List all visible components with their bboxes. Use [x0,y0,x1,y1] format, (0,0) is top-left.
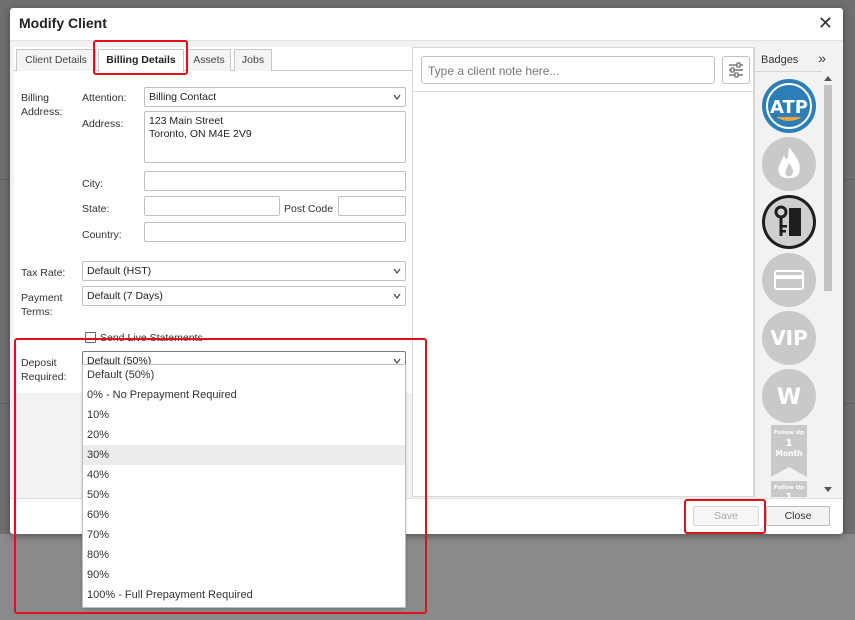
w-badge-text: W [777,385,801,410]
dropdown-option[interactable]: 0% - No Prepayment Required [83,385,405,405]
thermostat-key-icon [765,198,813,246]
dropdown-option[interactable]: 90% [83,565,405,585]
city-label: City: [82,178,103,190]
atp-badge[interactable]: ATP [762,79,816,133]
scroll-down-icon[interactable] [824,487,832,493]
badges-panel: Badges » ATP VIP W Follow Up 1 Month Fol… [754,47,834,497]
chevron-down-icon [393,94,401,100]
state-label: State: [82,203,110,215]
badges-scrollbar[interactable] [822,71,834,497]
payment-terms-select[interactable]: Default (7 Days) [82,286,406,306]
send-live-statements-label: Send Live Statements [100,332,203,344]
follow-up-number: 1 [786,492,793,497]
dropdown-option[interactable]: 60% [83,505,405,525]
tab-client-details[interactable]: Client Details [16,49,96,71]
dialog-header: Modify Client ✕ [10,8,843,40]
tab-assets[interactable]: Assets [187,49,231,71]
deposit-required-label: Deposit Required: [21,357,67,383]
chevron-down-icon [393,268,401,274]
save-button[interactable]: Save [693,506,759,526]
follow-up-1-month-badge[interactable]: Follow Up 1 Month [769,425,809,477]
thermostat-key-badge[interactable] [762,195,816,249]
dialog-title: Modify Client [19,15,107,31]
dropdown-option[interactable]: 50% [83,485,405,505]
city-field[interactable] [144,171,406,191]
follow-up-number: 1 [786,438,793,449]
follow-up-ribbon-icon: Follow Up 1 [771,481,807,497]
flame-badge[interactable] [762,137,816,191]
dropdown-option[interactable]: 70% [83,525,405,545]
tab-bar: Client Details Billing Details Assets Jo… [14,47,412,72]
send-live-statements-checkbox[interactable] [85,332,96,343]
country-field[interactable] [144,222,406,242]
w-badge[interactable]: W [762,369,816,423]
sliders-icon [729,62,743,78]
tab-billing-details[interactable]: Billing Details [98,49,184,72]
dropdown-option[interactable]: 10% [83,405,405,425]
vip-icon: VIP [770,326,808,350]
tax-rate-select[interactable]: Default (HST) [82,261,406,281]
flame-icon [778,147,800,179]
vip-badge-text: VIP [770,326,808,350]
client-note-input[interactable]: Type a client note here... [421,56,715,84]
address-textarea[interactable]: 123 Main Street Toronto, ON M4E 2V9 [144,111,406,163]
attention-label: Attention: [82,92,127,104]
close-icon[interactable]: ✕ [818,14,833,32]
follow-up-unit: Month [776,449,803,458]
notes-divider [413,91,753,92]
follow-up-text: Follow Up [774,430,804,436]
notes-panel: Type a client note here... [412,47,754,497]
badges-title: Badges [761,54,799,66]
scrollbar-thumb[interactable] [824,85,832,291]
dropdown-option[interactable]: 40% [83,465,405,485]
state-field[interactable] [144,196,280,216]
tab-jobs[interactable]: Jobs [234,49,272,71]
payment-terms-label: Payment Terms: [21,292,63,318]
attention-value: Billing Contact [149,91,217,103]
chevron-down-icon [393,293,401,299]
credit-card-icon [774,270,804,290]
follow-up-badge[interactable]: Follow Up 1 [769,481,809,497]
dropdown-option[interactable]: 80% [83,545,405,565]
close-button[interactable]: Close [766,506,830,526]
tax-rate-label: Tax Rate: [21,267,66,279]
collapse-badges-icon[interactable]: » [818,50,826,66]
atp-badge-text: ATP [770,97,808,118]
deposit-required-options: Default (50%) 0% - No Prepayment Require… [82,364,406,608]
w-icon: W [777,385,801,410]
follow-up-ribbon-icon: Follow Up 1 Month [771,425,807,477]
scroll-up-icon[interactable] [824,75,832,81]
payment-terms-value: Default (7 Days) [87,290,163,302]
dropdown-option[interactable]: Default (50%) [83,365,405,385]
dropdown-option-hovered[interactable]: 30% [83,445,405,465]
tax-rate-value: Default (HST) [87,265,152,277]
follow-up-text: Follow Up [774,485,804,491]
attention-select[interactable]: Billing Contact [144,87,406,107]
credit-card-badge[interactable] [762,253,816,307]
dropdown-option[interactable]: 100% - Full Prepayment Required [83,585,405,605]
note-filter-button[interactable] [722,56,750,84]
post-code-field[interactable] [338,196,406,216]
billing-address-label: Billing Address: [21,92,63,118]
billing-panel: Client Details Billing Details Assets Jo… [14,47,412,393]
country-label: Country: [82,229,122,241]
atp-icon: ATP [766,83,812,129]
address-label: Address: [82,118,124,130]
dropdown-option[interactable]: 20% [83,425,405,445]
post-code-label: Post Code [284,203,334,215]
vip-badge[interactable]: VIP [762,311,816,365]
